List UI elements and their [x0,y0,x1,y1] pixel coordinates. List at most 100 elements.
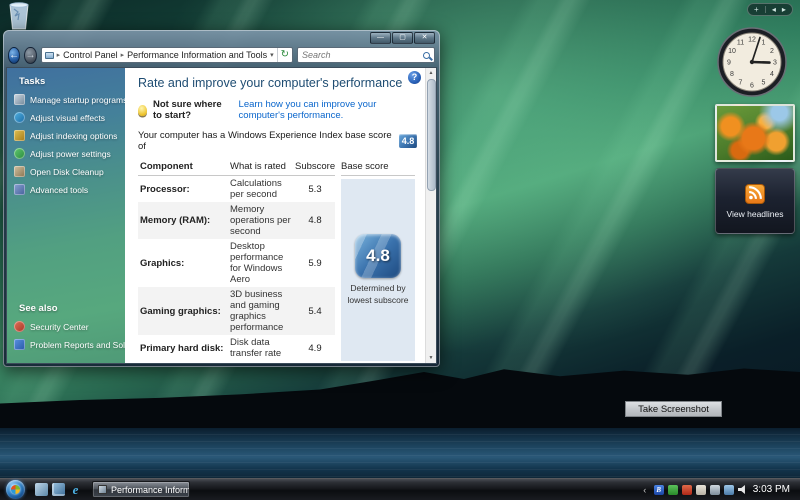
see-also-item[interactable]: Security Center [14,321,120,332]
divider [764,6,766,13]
tip-row: Not sure where to start? Learn how you c… [138,99,417,121]
mail-icon[interactable] [695,484,706,495]
tray-chevron-icon[interactable]: ‹ [640,485,650,495]
sidebar-task-item[interactable]: Adjust visual effects [14,112,120,123]
take-screenshot-button[interactable]: Take Screenshot [625,401,722,417]
base-score-badge-large: 4.8 [355,234,401,279]
wei-cell-rated: Memory operations per second [230,204,291,237]
wei-cell-sub: 5.4 [308,305,322,317]
minimize-button[interactable]: — [370,32,391,44]
wei-cell-comp: Primary hard disk: [140,342,224,354]
search-icon[interactable] [423,51,430,59]
gadget-sidebar-controls[interactable]: + ◂ ▸ [747,3,793,16]
startup-programs-icon [14,94,25,105]
svg-text:5: 5 [762,80,766,87]
wei-table: Component What is rated Subscore Process… [138,159,415,361]
breadcrumb[interactable]: ▸ Control Panel ▸ Performance Informatio… [40,47,293,63]
network-icon[interactable] [723,484,734,495]
scroll-up-icon[interactable]: ▲ [429,68,434,78]
sidebar-task-item[interactable]: Manage startup programs [14,94,127,105]
svg-text:11: 11 [737,40,744,47]
volume-icon[interactable] [737,485,745,494]
forward-button[interactable]: → [24,46,37,64]
svg-text:9: 9 [727,60,731,67]
bluetooth-icon[interactable]: B [653,484,664,495]
start-button[interactable] [6,480,25,499]
base-score-panel: 4.8 Determined by lowest subscore [341,179,415,361]
sidebar-task-item[interactable]: Adjust power settings [14,148,120,159]
col-component: Component [140,161,193,172]
wei-cell-rated: Desktop performance for Windows Aero [230,241,284,285]
task-label: Security Center [30,321,89,332]
breadcrumb-control-panel[interactable]: Control Panel [63,50,118,60]
windows-flag-icon [11,485,20,494]
vertical-scrollbar[interactable]: ▲ ▼ [425,68,436,363]
search-input[interactable] [302,50,419,60]
switch-windows-icon[interactable] [52,483,65,496]
improve-performance-link[interactable]: Learn how you can improve your computer'… [239,99,417,121]
clock-gadget[interactable]: 12 1 2 345 678 9 10 11 [713,26,791,98]
col-subscore: Subscore [295,161,336,172]
antivirus-icon[interactable] [667,484,678,495]
wei-table-rows: Processor: Calculations per second 5.3 Memo… [138,176,335,361]
wei-table-row: Processor: Calculations per second 5.3 [138,176,335,202]
back-button[interactable]: ← [8,46,21,64]
wei-cell-sub: 4.8 [308,215,322,226]
control-panel-icon [44,51,54,59]
internet-explorer-icon[interactable]: e [69,483,82,496]
display-icon[interactable] [709,484,720,495]
help-icon[interactable]: ? [408,71,421,84]
scroll-down-icon[interactable]: ▼ [429,353,434,363]
indexing-options-icon [14,130,25,141]
gadget-prev-icon[interactable]: ◂ [772,5,776,14]
photo-slideshow-gadget[interactable] [715,104,795,162]
add-gadget-icon[interactable]: + [754,5,759,14]
base-score-text: Your computer has a Windows Experience I… [138,130,392,152]
quick-launch-bar: e [35,483,82,496]
svg-text:6: 6 [750,83,754,90]
close-button[interactable]: ✕ [414,32,435,44]
base-score-line: Your computer has a Windows Experience I… [138,130,417,152]
col-base-score: Base score [341,159,415,176]
wallpaper-water [0,428,800,478]
breadcrumb-current-page[interactable]: Performance Information and Tools [127,50,267,60]
tasks-header: Tasks [19,76,46,87]
sidebar-task-item[interactable]: Adjust indexing options [14,130,120,141]
maximize-button[interactable]: ▢ [392,32,413,44]
wei-cell-comp: Graphics: [140,257,185,269]
gadget-next-icon[interactable]: ▸ [782,5,786,14]
rss-gadget-label[interactable]: View headlines [726,209,783,219]
wei-cell-comp: Memory (RAM): [140,215,211,226]
performance-tools-window: — ▢ ✕ ← → ▸ Control Panel ▸ Performance … [3,30,440,367]
tip-text: Not sure where to start? [153,99,222,121]
taskbar-window-button[interactable]: Performance Inform... [92,481,190,498]
taskbar-clock[interactable]: 3:03 PM [753,484,790,495]
alert-icon[interactable] [681,484,692,495]
sidebar-task-item[interactable]: Advanced tools [14,184,120,195]
sidebar-task-item[interactable]: Open Disk Cleanup [14,166,120,177]
wei-cell-rated: 3D business and gaming graphics performa… [230,289,284,333]
base-score-caption: Determined by lowest subscore [347,283,409,305]
col-what-is-rated: What is rated [230,161,286,172]
wei-cell-sub: 5.9 [308,257,322,269]
disk-cleanup-icon [14,166,25,177]
scrollbar-thumb[interactable] [426,79,436,191]
show-desktop-icon[interactable] [35,483,48,496]
window-titlebar[interactable]: — ▢ ✕ [6,30,437,45]
see-also-list: Security Center Problem Reports and Solut… [14,321,148,357]
task-list: Manage startup programs Adjust visual eff… [14,94,127,202]
main-content: ? Rate and improve your computer's perfo… [125,68,425,363]
recycle-bin-icon[interactable] [6,0,32,30]
rss-feed-gadget[interactable]: View headlines [715,168,795,234]
wei-cell-comp: Gaming graphics: [140,305,221,317]
wei-cell-rated: Calculations per second [230,178,282,200]
base-score-badge-small: 4.8 [399,134,417,148]
task-label: Open Disk Cleanup [30,166,104,177]
search-box[interactable] [297,47,435,63]
see-also-item[interactable]: Problem Reports and Solutions [14,339,148,350]
breadcrumb-dropdown-icon[interactable]: ▾ [270,51,274,59]
task-label: Adjust visual effects [30,112,105,123]
refresh-icon[interactable]: ↻ [276,48,289,62]
task-pane: Tasks Manage startup programs Adjust visu… [7,68,148,363]
task-label: Adjust indexing options [30,130,118,141]
